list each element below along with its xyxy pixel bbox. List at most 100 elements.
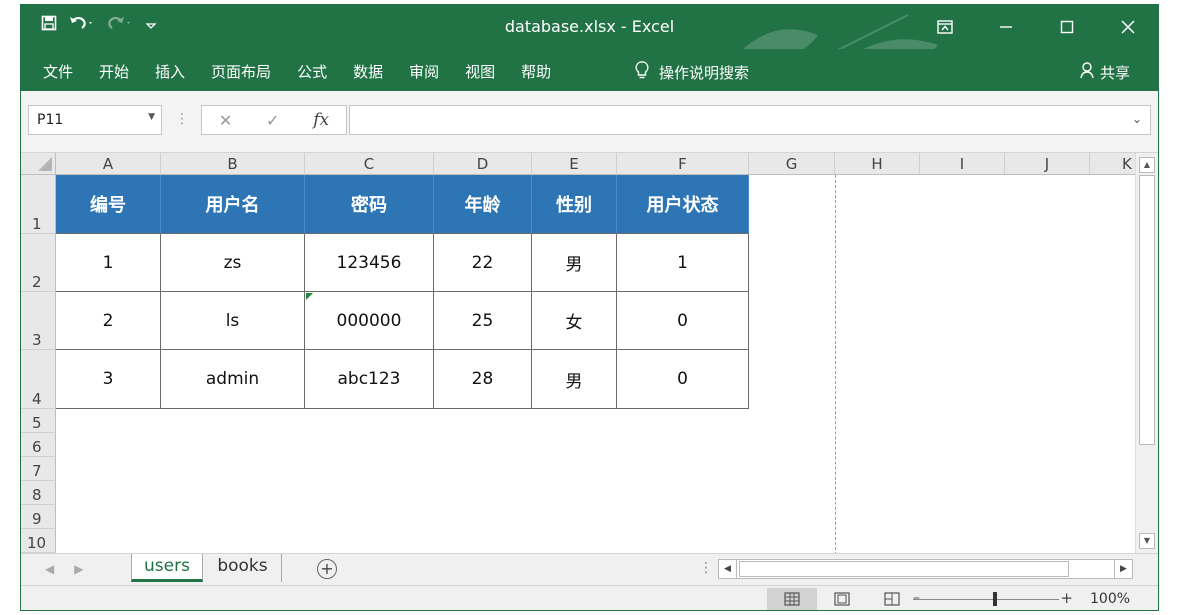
row-header-7[interactable]: 7 (21, 457, 56, 481)
row-header-3[interactable]: 3 (21, 292, 56, 350)
sheet-tab-books[interactable]: books (204, 554, 282, 582)
row-header-6[interactable]: 6 (21, 433, 56, 457)
tab-home[interactable]: 开始 (99, 61, 129, 82)
share-button[interactable]: 共享 (1080, 61, 1130, 83)
add-sheet-icon[interactable]: + (317, 559, 337, 579)
expand-formula-bar-icon[interactable]: ⌄ (1132, 112, 1142, 126)
tab-split-grip[interactable]: ⋮ (699, 560, 713, 576)
column-header-i[interactable]: I (920, 153, 1005, 175)
cancel-icon[interactable]: ✕ (219, 111, 232, 130)
tell-me-search[interactable]: 操作说明搜索 (635, 61, 749, 83)
sheet-next-icon[interactable]: ▶ (74, 562, 83, 576)
maximize-icon[interactable] (1036, 5, 1097, 49)
tell-me-label: 操作说明搜索 (659, 63, 750, 82)
table-cell[interactable]: zs (161, 234, 305, 292)
header-cell-age[interactable]: 年龄 (434, 175, 532, 234)
column-header-a[interactable]: A (56, 153, 161, 175)
table-cell[interactable]: 0 (617, 292, 749, 350)
table-cell[interactable]: 男 (532, 234, 617, 292)
row-header-10[interactable]: 10 (21, 529, 56, 553)
vertical-scroll-thumb[interactable] (1139, 175, 1155, 445)
insert-function-button[interactable]: fx (313, 110, 329, 130)
scroll-left-icon[interactable]: ◀ (719, 560, 737, 578)
title-bar: database.xlsx - Excel (21, 5, 1158, 86)
column-header-d[interactable]: D (434, 153, 532, 175)
table-cell[interactable]: 男 (532, 350, 617, 409)
worksheet-grid[interactable]: A B C D E F G H I J K 1 2 3 4 5 6 7 8 9 … (21, 153, 1135, 553)
column-header-j[interactable]: J (1005, 153, 1090, 175)
zoom-out-icon[interactable]: – (913, 590, 920, 606)
table-cell[interactable]: abc123 (305, 350, 434, 409)
ribbon: 文件 开始 插入 页面布局 公式 数据 审阅 视图 帮助 操作说明搜索 共享 (21, 49, 1158, 91)
tab-insert[interactable]: 插入 (155, 61, 185, 82)
formula-input[interactable]: ⌄ (349, 105, 1151, 135)
tab-data[interactable]: 数据 (353, 61, 383, 82)
table-cell[interactable]: 25 (434, 292, 532, 350)
enter-icon[interactable]: ✓ (266, 111, 279, 130)
column-header-e[interactable]: E (532, 153, 617, 175)
column-header-h[interactable]: H (835, 153, 920, 175)
sheet-tab-users[interactable]: users (131, 554, 203, 582)
table-cell[interactable]: 1 (56, 234, 161, 292)
table-cell[interactable]: 女 (532, 292, 617, 350)
header-cell-status[interactable]: 用户状态 (617, 175, 749, 234)
column-header-g[interactable]: G (749, 153, 835, 175)
name-box-value: P11 (37, 112, 64, 128)
row-header-8[interactable]: 8 (21, 481, 56, 505)
table-cell[interactable]: 000000 (305, 292, 434, 350)
header-cell-password[interactable]: 密码 (305, 175, 434, 234)
header-cell-id[interactable]: 编号 (56, 175, 161, 234)
table-cell[interactable]: ls (161, 292, 305, 350)
tab-review[interactable]: 审阅 (409, 61, 439, 82)
horizontal-scroll-thumb[interactable] (739, 561, 1069, 577)
tab-view[interactable]: 视图 (465, 61, 495, 82)
tab-formulas[interactable]: 公式 (297, 61, 327, 82)
column-header-b[interactable]: B (161, 153, 305, 175)
table-cell[interactable]: admin (161, 350, 305, 409)
column-header-f[interactable]: F (617, 153, 749, 175)
row-header-4[interactable]: 4 (21, 350, 56, 409)
vertical-scrollbar[interactable]: ▲ ▼ (1135, 153, 1158, 553)
header-cell-gender[interactable]: 性别 (532, 175, 617, 234)
close-icon[interactable] (1097, 5, 1158, 49)
scroll-right-icon[interactable]: ▶ (1114, 560, 1132, 578)
horizontal-scrollbar[interactable]: ◀ ▶ (718, 559, 1133, 579)
table-cell[interactable]: 0 (617, 350, 749, 409)
scroll-up-icon[interactable]: ▲ (1139, 157, 1155, 173)
row-header-1[interactable]: 1 (21, 175, 56, 234)
table-cell[interactable]: 2 (56, 292, 161, 350)
tab-file[interactable]: 文件 (43, 61, 73, 82)
zoom-slider-knob[interactable] (993, 592, 997, 606)
scroll-down-icon[interactable]: ▼ (1139, 533, 1155, 549)
chevron-down-icon[interactable]: ▼ (148, 112, 155, 122)
table-cell[interactable]: 28 (434, 350, 532, 409)
tab-help[interactable]: 帮助 (521, 61, 551, 82)
tab-page-layout[interactable]: 页面布局 (211, 61, 271, 82)
zoom-in-icon[interactable]: + (1060, 589, 1073, 607)
minimize-icon[interactable] (975, 5, 1036, 49)
normal-view-icon[interactable] (767, 588, 817, 610)
formula-bar: P11 ▼ ⋮ ✕ ✓ fx ⌄ (21, 91, 1158, 153)
select-all-button[interactable] (21, 153, 56, 175)
table-cell[interactable]: 3 (56, 350, 161, 409)
share-person-icon (1080, 61, 1096, 83)
formula-bar-grip[interactable]: ⋮ (175, 111, 189, 127)
name-box[interactable]: P11 ▼ (28, 105, 162, 135)
table-cell[interactable]: 123456 (305, 234, 434, 292)
table-cell[interactable]: 22 (434, 234, 532, 292)
ribbon-display-icon[interactable] (914, 5, 975, 49)
sheet-prev-icon[interactable]: ◀ (45, 562, 54, 576)
zoom-level[interactable]: 100% (1090, 591, 1130, 607)
table-cell[interactable]: 1 (617, 234, 749, 292)
page-layout-icon[interactable] (817, 588, 867, 610)
column-header-k[interactable]: K (1090, 153, 1135, 175)
column-header-c[interactable]: C (305, 153, 434, 175)
page-break-icon[interactable] (867, 588, 917, 610)
row-header-9[interactable]: 9 (21, 505, 56, 529)
zoom-slider[interactable]: – + (913, 589, 1073, 607)
header-cell-username[interactable]: 用户名 (161, 175, 305, 234)
row-header-2[interactable]: 2 (21, 234, 56, 292)
excel-window: database.xlsx - Excel 文件 开始 插入 页面布局 公式 数… (20, 4, 1159, 611)
row-header-5[interactable]: 5 (21, 409, 56, 433)
view-buttons (767, 588, 917, 610)
